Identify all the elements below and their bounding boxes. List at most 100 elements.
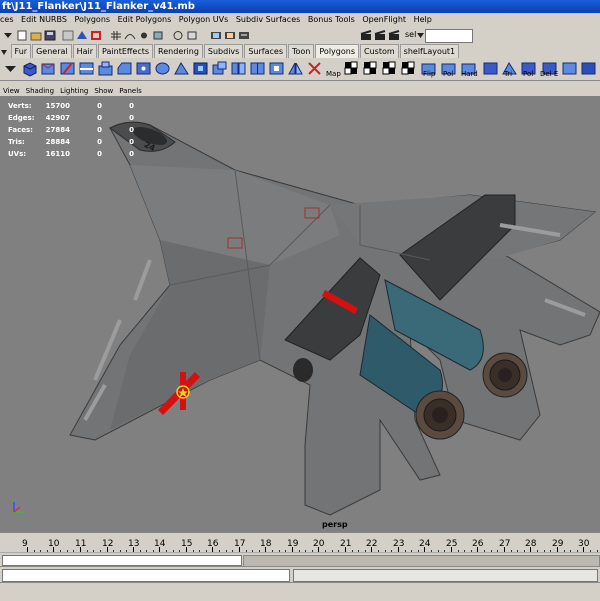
aircraft-model xyxy=(69,121,600,516)
poly-mirror-icon[interactable] xyxy=(287,60,304,77)
menu-item-help[interactable]: Help xyxy=(414,15,432,24)
save-scene-icon[interactable] xyxy=(44,30,56,41)
render-icon[interactable] xyxy=(210,30,222,41)
hud-row-faces: Faces: 27884 0 0 xyxy=(8,124,134,136)
panel-menu-shading[interactable]: Shading xyxy=(26,87,54,95)
poly-chip-icon[interactable] xyxy=(192,60,209,77)
tab-surfaces[interactable]: Surfaces xyxy=(244,44,287,58)
menu-item-edit-polygons[interactable]: Edit Polygons xyxy=(118,15,172,24)
command-line xyxy=(0,566,600,583)
shelf-label-pol-2: Pol xyxy=(523,70,534,78)
hud-uvs-selected: 0 xyxy=(97,150,102,158)
hud-tris-label: Tris: xyxy=(8,138,25,146)
clapper-settings-icon[interactable] xyxy=(374,30,386,41)
panel-menu-show[interactable]: Show xyxy=(94,87,113,95)
ipr-render-icon[interactable] xyxy=(224,30,236,41)
status-line: sel xyxy=(0,27,600,45)
panel-menu-lighting[interactable]: Lighting xyxy=(60,87,88,95)
select-object-icon[interactable] xyxy=(76,30,88,41)
construction-history-icon[interactable] xyxy=(186,30,198,41)
poly-smooth-icon[interactable] xyxy=(154,60,171,77)
select-component-icon[interactable] xyxy=(90,30,102,41)
checker-uv2-icon[interactable] xyxy=(362,60,379,77)
poly-separate-icon[interactable] xyxy=(230,60,247,77)
poly-merge-icon[interactable] xyxy=(135,60,152,77)
title-bar: ft\J11_Flanker\J11_Flanker_v41.mb xyxy=(0,0,600,13)
poly-append-icon[interactable] xyxy=(40,60,57,77)
render-globals-icon[interactable] xyxy=(238,30,250,41)
panel-menu-panels[interactable]: Panels xyxy=(119,87,142,95)
tab-shelflayout1[interactable]: shelfLayout1 xyxy=(399,44,460,58)
tab-custom[interactable]: Custom xyxy=(360,44,399,58)
selection-mode-label: sel xyxy=(405,30,417,39)
hud-faces-component: 0 xyxy=(129,126,134,134)
hud-tris-selected: 0 xyxy=(97,138,102,146)
shelf-label-pol: Pol xyxy=(443,70,454,78)
poly-cut-icon[interactable] xyxy=(78,60,95,77)
poly-combine-icon[interactable] xyxy=(249,60,266,77)
history-icon[interactable] xyxy=(172,30,184,41)
snap-grid-icon[interactable] xyxy=(110,30,122,41)
menu-item-bonus-tools[interactable]: Bonus Tools xyxy=(308,15,355,24)
tab-hair[interactable]: Hair xyxy=(72,44,98,58)
checker-uv3-icon[interactable] xyxy=(381,60,398,77)
tab-painteffects[interactable]: PaintEffects xyxy=(98,44,154,58)
poly-cube-icon[interactable] xyxy=(21,60,38,77)
tab-rendering[interactable]: Rendering xyxy=(154,44,203,58)
help-line xyxy=(0,582,600,601)
menu-item-ces[interactable]: ces xyxy=(0,15,14,24)
menu-item-edit-nurbs[interactable]: Edit NURBS xyxy=(21,15,67,24)
select-hierarchy-icon[interactable] xyxy=(62,30,74,41)
tab-general[interactable]: General xyxy=(32,44,72,58)
tab-toon[interactable]: Toon xyxy=(288,44,315,58)
poly-count-hud: Verts: 15700 0 0 Edges: 42907 0 0 Faces: 27884 0… xyxy=(8,100,134,160)
poly-extra-2-icon[interactable] xyxy=(580,60,597,77)
clapper-batch-icon[interactable] xyxy=(388,30,400,41)
poly-blue-icon[interactable] xyxy=(482,60,499,77)
clapper-icon[interactable] xyxy=(360,30,372,41)
shelf-dropdown-icon[interactable] xyxy=(2,60,19,77)
shelf-label-hard: Hard xyxy=(461,70,478,78)
hud-row-verts: Verts: 15700 0 0 xyxy=(8,100,134,112)
snap-view-plane-icon[interactable] xyxy=(152,30,164,41)
poly-extract-icon[interactable] xyxy=(211,60,228,77)
menu-item-polygons[interactable]: Polygons xyxy=(74,15,110,24)
snap-curve-icon[interactable] xyxy=(124,30,136,41)
chevron-down-icon[interactable] xyxy=(417,32,424,39)
snap-point-icon[interactable] xyxy=(138,30,150,41)
command-input[interactable] xyxy=(2,569,290,582)
tab-subdivs[interactable]: Subdivs xyxy=(203,44,244,58)
panel-menu-view[interactable]: View xyxy=(3,87,20,95)
shelf-menu-icon[interactable] xyxy=(0,47,8,57)
polygon-shelf: Map Flip Pol Hard Tri Pol Del E xyxy=(0,58,600,81)
menu-item-subdiv-surfaces[interactable]: Subdiv Surfaces xyxy=(236,15,300,24)
checker-uv4-icon[interactable] xyxy=(400,60,417,77)
tab-polygons[interactable]: Polygons xyxy=(315,44,359,58)
checker-uv-icon[interactable] xyxy=(343,60,360,77)
perspective-viewport[interactable]: 24 Verts: 15700 0 0 Edges: 42907 0 0 Faces: 278… xyxy=(0,96,600,532)
menu-item-polygon-uvs[interactable]: Polygon UVs xyxy=(179,15,228,24)
poly-split-icon[interactable] xyxy=(59,60,76,77)
selection-input[interactable] xyxy=(425,29,473,43)
range-start-field[interactable] xyxy=(2,555,242,566)
poly-extra-icon[interactable] xyxy=(561,60,578,77)
range-slider xyxy=(0,552,600,567)
poly-bevel-icon[interactable] xyxy=(116,60,133,77)
hud-row-uvs: UVs: 16110 0 0 xyxy=(8,148,134,160)
open-scene-icon[interactable] xyxy=(30,30,42,41)
panel-menu-bar: View Shading Lighting Show Panels xyxy=(0,86,600,96)
menu-item-openflight[interactable]: OpenFlight xyxy=(362,15,406,24)
poly-fill-hole-icon[interactable] xyxy=(268,60,285,77)
shelf-tabs: Fur General Hair PaintEffects Rendering Subdi… xyxy=(0,44,600,58)
poly-wedge-icon[interactable] xyxy=(173,60,190,77)
hud-verts-value: 15700 xyxy=(45,102,70,110)
time-slider[interactable]: 9 10 11 12 13 14 15 16 17 18 19 20 21 22… xyxy=(0,532,600,553)
poly-extrude-icon[interactable] xyxy=(97,60,114,77)
hud-verts-label: Verts: xyxy=(8,102,32,110)
map-uv-icon[interactable] xyxy=(306,60,323,77)
dropdown-arrow-icon[interactable] xyxy=(2,30,14,41)
new-scene-icon[interactable] xyxy=(16,30,28,41)
tab-fur[interactable]: Fur xyxy=(10,44,32,58)
hud-row-tris: Tris: 28884 0 0 xyxy=(8,136,134,148)
hud-verts-component: 0 xyxy=(129,102,134,110)
